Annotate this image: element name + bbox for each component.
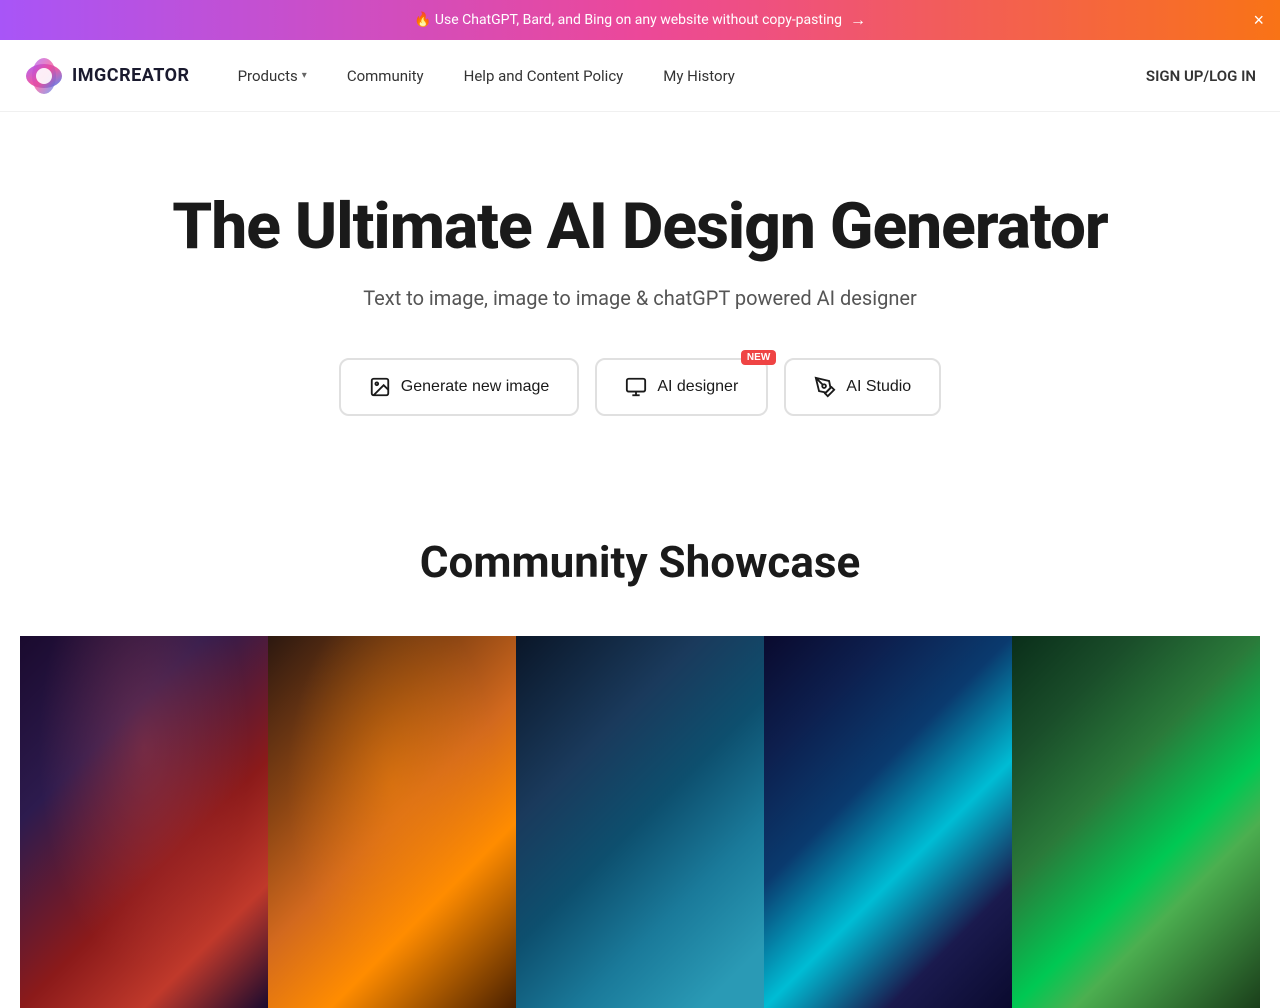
banner-text: 🔥 Use ChatGPT, Bard, and Bing on any web… <box>414 12 842 28</box>
community-section: Community Showcase <box>0 476 1280 1008</box>
nav-history[interactable]: My History <box>647 59 751 93</box>
banner-arrow: → <box>850 10 866 30</box>
main-nav: IMGCREATOR Products ▾ Community Help and… <box>0 40 1280 112</box>
gallery-item-5[interactable] <box>1012 636 1260 1008</box>
gallery-image-2 <box>268 636 516 1008</box>
nav-help[interactable]: Help and Content Policy <box>448 59 640 93</box>
gallery-item-2[interactable] <box>268 636 516 1008</box>
image-icon <box>369 376 391 398</box>
gallery-item-3[interactable] <box>516 636 764 1008</box>
hero-title: The Ultimate AI Design Generator <box>20 192 1260 262</box>
gallery-image-1 <box>20 636 268 1008</box>
community-title: Community Showcase <box>20 536 1260 588</box>
banner-close-button[interactable]: × <box>1253 11 1264 29</box>
gallery-image-3 <box>516 636 764 1008</box>
gallery-item-4[interactable] <box>764 636 1012 1008</box>
studio-icon <box>814 376 836 398</box>
gallery-image-4 <box>764 636 1012 1008</box>
hero-buttons: Generate new image AI designer NEW AI St… <box>20 358 1260 416</box>
announcement-banner: 🔥 Use ChatGPT, Bard, and Bing on any web… <box>0 0 1280 40</box>
products-chevron-icon: ▾ <box>302 70 307 81</box>
logo-link[interactable]: IMGCREATOR <box>24 56 190 96</box>
gallery-image-5 <box>1012 636 1260 1008</box>
new-badge: NEW <box>741 350 776 365</box>
auth-button[interactable]: SIGN UP/LOG IN <box>1146 67 1256 85</box>
nav-community[interactable]: Community <box>331 59 440 93</box>
nav-products[interactable]: Products ▾ <box>222 59 323 93</box>
logo-icon <box>24 56 64 96</box>
hero-section: The Ultimate AI Design Generator Text to… <box>0 112 1280 476</box>
gallery-item-1[interactable] <box>20 636 268 1008</box>
ai-designer-button[interactable]: AI designer NEW <box>595 358 768 416</box>
designer-icon <box>625 376 647 398</box>
generate-image-button[interactable]: Generate new image <box>339 358 580 416</box>
community-gallery <box>20 636 1260 1008</box>
nav-links: Products ▾ Community Help and Content Po… <box>222 59 1146 93</box>
logo-text: IMGCREATOR <box>72 65 190 86</box>
ai-studio-button[interactable]: AI Studio <box>784 358 941 416</box>
hero-subtitle: Text to image, image to image & chatGPT … <box>20 286 1260 310</box>
